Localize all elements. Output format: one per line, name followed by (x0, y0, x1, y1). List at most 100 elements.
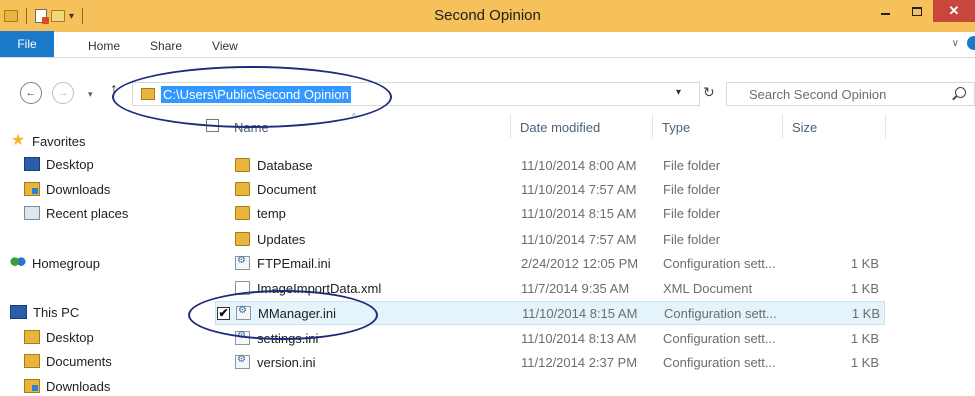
folder-icon (235, 232, 250, 246)
separator (26, 8, 27, 24)
nav-item-label: Documents (46, 353, 112, 369)
help-icon[interactable] (967, 36, 975, 50)
nav-item-label: Recent places (46, 205, 129, 221)
table-row[interactable]: ✔ MManager.ini 11/10/2014 8:15 AM Config… (215, 301, 885, 325)
file-date: 11/10/2014 7:57 AM (521, 232, 637, 247)
file-type: XML Document (663, 281, 753, 296)
nav-favorites[interactable]: ★ Favorites (10, 130, 86, 152)
file-name: settings.ini (257, 331, 319, 346)
file-size: 1 KB (850, 331, 879, 346)
file-date: 11/10/2014 7:57 AM (521, 182, 637, 197)
column-name[interactable]: Name (234, 120, 269, 135)
title-bar: ▾ Second Opinion ✕ (0, 0, 975, 32)
file-name: temp (257, 206, 286, 221)
maximize-button[interactable] (901, 0, 933, 22)
folder-icon (24, 330, 40, 344)
file-type: File folder (663, 182, 721, 197)
nav-pc-downloads[interactable]: Downloads (24, 375, 110, 396)
column-divider[interactable] (510, 114, 511, 138)
folder-icon (235, 182, 250, 196)
nav-this-pc[interactable]: This PC (10, 301, 79, 323)
nav-item-label: Downloads (46, 181, 111, 197)
column-date-modified[interactable]: Date modified (520, 120, 600, 135)
back-arrow-icon: ← (25, 87, 37, 99)
properties-icon[interactable] (35, 9, 49, 24)
back-button[interactable]: ← (20, 82, 42, 104)
file-name: Database (257, 158, 313, 173)
downloads-folder-icon (24, 182, 40, 196)
window-title: Second Opinion (434, 7, 541, 24)
search-input[interactable]: Search Second Opinion (726, 82, 975, 106)
file-date: 2/24/2012 12:05 PM (521, 256, 639, 271)
table-row[interactable]: temp 11/10/2014 8:15 AM File folder (215, 202, 885, 226)
tab-share[interactable]: Share (132, 35, 194, 57)
column-size[interactable]: Size (792, 120, 817, 135)
folder-icon (141, 88, 155, 100)
nav-downloads[interactable]: Downloads (24, 178, 110, 200)
nav-desktop[interactable]: Desktop (24, 153, 94, 175)
homegroup-icon (10, 256, 26, 270)
address-bar[interactable]: C:\Users\Public\Second Opinion (132, 82, 700, 106)
tab-home[interactable]: Home (54, 35, 132, 57)
separator (82, 8, 84, 24)
file-date: 11/10/2014 8:15 AM (522, 306, 638, 321)
folder-icon (235, 158, 250, 172)
nav-item-label: Favorites (32, 133, 86, 149)
table-row[interactable]: Document 11/10/2014 7:57 AM File folder (215, 178, 885, 202)
file-size: 1 KB (850, 355, 879, 370)
address-dropdown-icon[interactable]: ▾ (676, 87, 681, 98)
nav-homegroup[interactable]: Homegroup (10, 252, 100, 274)
sort-indicator-icon: ^ (352, 112, 356, 121)
window-controls: ✕ (869, 0, 975, 22)
column-divider[interactable] (885, 114, 886, 138)
file-type: Configuration sett... (664, 306, 777, 321)
folder-icon[interactable] (4, 10, 18, 22)
file-date: 11/10/2014 8:13 AM (521, 331, 637, 346)
expand-ribbon-icon[interactable]: ∨ (952, 38, 959, 49)
star-icon: ★ (10, 132, 26, 149)
column-header: Name ^ Date modified Type Size (190, 112, 975, 140)
file-name: Updates (257, 232, 306, 247)
ini-file-icon (235, 330, 250, 345)
search-icon[interactable] (955, 87, 966, 98)
file-type: File folder (663, 232, 721, 247)
column-divider[interactable] (652, 114, 653, 138)
minimize-button[interactable] (869, 0, 901, 22)
new-folder-icon[interactable] (51, 10, 65, 22)
nav-item-label: Homegroup (32, 255, 100, 271)
customize-toolbar-icon[interactable]: ▾ (69, 11, 74, 22)
file-date: 11/10/2014 8:00 AM (521, 158, 637, 173)
table-row[interactable]: FTPEmail.ini 2/24/2012 12:05 PM Configur… (215, 252, 885, 276)
file-name: MManager.ini (258, 306, 337, 321)
computer-icon (10, 305, 27, 319)
row-checkbox[interactable]: ✔ (217, 307, 230, 320)
table-row[interactable]: ImageImportData.xml 11/7/2014 9:35 AM XM… (215, 277, 885, 301)
file-type: Configuration sett... (663, 355, 776, 370)
table-row[interactable]: version.ini 11/12/2014 2:37 PM Configura… (215, 351, 885, 375)
nav-recent-places[interactable]: Recent places (24, 202, 128, 224)
nav-documents[interactable]: Documents (24, 350, 112, 372)
file-name: Document (257, 182, 317, 197)
address-path[interactable]: C:\Users\Public\Second Opinion (161, 86, 351, 103)
nav-pc-desktop[interactable]: Desktop (24, 326, 94, 348)
refresh-icon[interactable]: ↻ (703, 84, 715, 101)
forward-button[interactable]: → (52, 82, 74, 104)
forward-arrow-icon: → (57, 87, 69, 99)
table-row[interactable]: settings.ini 11/10/2014 8:13 AM Configur… (215, 327, 885, 351)
up-arrow-icon[interactable]: ↑ (110, 81, 118, 99)
close-icon: ✕ (948, 3, 960, 18)
table-row[interactable]: Updates 11/10/2014 7:57 AM File folder (215, 228, 885, 252)
column-divider[interactable] (782, 114, 783, 138)
file-size: 1 KB (850, 281, 879, 296)
close-button[interactable]: ✕ (933, 0, 975, 22)
ini-file-icon (236, 305, 251, 320)
table-row[interactable]: Database 11/10/2014 8:00 AM File folder (215, 154, 885, 178)
ini-file-icon (235, 354, 250, 369)
select-all-checkbox[interactable] (206, 119, 219, 132)
recent-locations-icon[interactable]: ▾ (88, 89, 93, 100)
minimize-icon (880, 13, 890, 15)
tab-file[interactable]: File (0, 31, 54, 57)
column-type[interactable]: Type (662, 120, 690, 135)
tab-view[interactable]: View (194, 35, 250, 57)
file-date: 11/7/2014 9:35 AM (521, 281, 630, 296)
